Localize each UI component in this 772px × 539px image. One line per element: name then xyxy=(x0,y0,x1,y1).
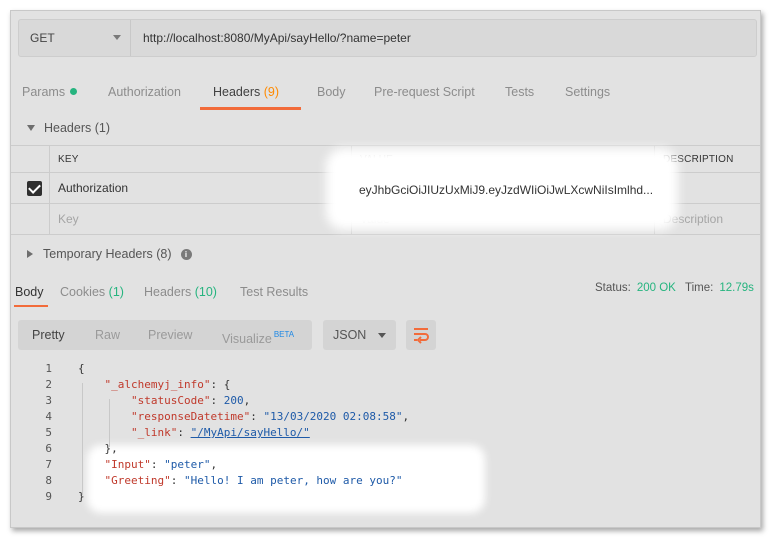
postman-window: GET http://localhost:8080/MyApi/sayHello… xyxy=(10,10,761,528)
tab-tests[interactable]: Tests xyxy=(505,85,534,99)
line-number: 1 xyxy=(45,362,52,375)
line-number: 9 xyxy=(45,490,52,503)
code-line: } xyxy=(78,490,85,503)
code-line: "_link": "/MyApi/sayHello/" xyxy=(130,426,310,439)
view-pretty-button[interactable]: Pretty xyxy=(32,320,65,350)
response-tab-body-label: Body xyxy=(15,285,44,299)
line-number: 2 xyxy=(45,378,52,391)
time-label: Time: xyxy=(685,282,714,294)
line-number: 8 xyxy=(45,474,52,487)
new-description-input[interactable]: Description xyxy=(654,204,760,234)
wrap-lines-icon xyxy=(414,328,429,344)
code-line: { xyxy=(78,362,85,375)
response-tab-cookies-count: (1) xyxy=(108,285,124,299)
caret-right-icon xyxy=(27,250,33,258)
row-checkbox-cell xyxy=(11,173,49,203)
view-preview-button[interactable]: Preview xyxy=(148,320,192,350)
tab-params[interactable]: Params xyxy=(22,85,78,99)
view-mode-bar: Pretty Raw Preview Visualize BETA xyxy=(18,320,312,350)
tab-body[interactable]: Body xyxy=(317,85,346,99)
code-line: }, xyxy=(78,442,118,455)
tab-tests-label: Tests xyxy=(505,85,535,99)
time-value: 12.79s xyxy=(719,282,754,294)
header-value-text: eyJhbGciOiJIUzUxMiJ9.eyJzdWIiOiJwLXcwNiI… xyxy=(359,183,654,197)
chevron-down-icon xyxy=(378,333,386,338)
request-url-bar: GET http://localhost:8080/MyApi/sayHello… xyxy=(18,19,757,57)
tab-settings[interactable]: Settings xyxy=(565,85,610,99)
checkbox-checked-icon[interactable] xyxy=(27,180,42,196)
code-line: "Input": "peter", xyxy=(104,458,218,471)
response-tab-headers[interactable]: Headers (10) xyxy=(144,285,217,299)
temporary-headers-count: (8) xyxy=(156,247,172,261)
line-number: 7 xyxy=(45,458,52,471)
temporary-headers-toggle[interactable]: Temporary Headers (8) i xyxy=(27,247,192,261)
format-select-value: JSON xyxy=(333,328,367,342)
headers-section-title: Headers xyxy=(44,121,92,135)
code-line: "statusCode": 200, xyxy=(130,394,251,407)
tab-pre-request-script[interactable]: Pre-request Script xyxy=(374,85,475,99)
column-key: KEY xyxy=(49,146,351,172)
method-label: GET xyxy=(30,31,55,45)
view-raw-button[interactable]: Raw xyxy=(95,320,120,350)
line-number: 3 xyxy=(45,394,52,407)
visualize-label: Visualize xyxy=(222,332,272,346)
status-label: Status: xyxy=(595,282,631,294)
active-tab-underline xyxy=(200,107,301,110)
headers-section-toggle[interactable]: Headers (1) xyxy=(27,121,110,135)
header-key-cell[interactable]: Authorization xyxy=(49,173,351,203)
status-value: 200 OK xyxy=(636,282,676,294)
view-visualize-button[interactable]: Visualize BETA xyxy=(222,320,294,350)
tab-body-label: Body xyxy=(317,85,346,99)
code-line: "responseDatetime": "13/03/2020 02:08:58… xyxy=(130,410,410,423)
wrap-lines-button[interactable] xyxy=(406,320,436,350)
tab-headers[interactable]: Headers (9) xyxy=(213,85,279,99)
line-number: 4 xyxy=(45,410,52,423)
new-key-input[interactable]: Key xyxy=(49,204,351,234)
line-number: 6 xyxy=(45,442,52,455)
tab-headers-label: Headers xyxy=(213,85,261,99)
tab-authorization[interactable]: Authorization xyxy=(108,85,181,99)
tab-pre-request-script-label: Pre-request Script xyxy=(374,85,475,99)
tab-headers-count: (9) xyxy=(263,85,280,99)
tab-settings-label: Settings xyxy=(565,85,611,99)
info-icon[interactable]: i xyxy=(180,248,192,260)
chevron-down-icon xyxy=(113,35,121,40)
header-checkbox-col xyxy=(11,146,49,172)
headers-section-count: (1) xyxy=(94,121,111,135)
empty-checkbox-cell xyxy=(11,204,49,234)
response-tab-cookies[interactable]: Cookies (1) xyxy=(60,285,124,299)
response-tab-body[interactable]: Body xyxy=(15,285,44,299)
method-select[interactable]: GET xyxy=(19,20,131,56)
response-tab-cookies-label: Cookies xyxy=(60,285,106,299)
params-indicator-dot xyxy=(70,88,78,95)
code-line: "_alchemyj_info": { xyxy=(104,378,231,391)
column-description: DESCRIPTION xyxy=(654,146,760,172)
beta-badge: BETA xyxy=(273,330,295,339)
url-input[interactable]: http://localhost:8080/MyApi/sayHello/?na… xyxy=(143,20,411,56)
response-tab-headers-count: (10) xyxy=(194,285,217,299)
response-tab-test-results[interactable]: Test Results xyxy=(240,285,308,299)
tab-params-label: Params xyxy=(22,85,66,99)
response-tab-underline xyxy=(14,305,48,307)
response-tab-headers-label: Headers xyxy=(144,285,192,299)
tab-authorization-label: Authorization xyxy=(108,85,181,99)
line-number: 5 xyxy=(45,426,52,439)
caret-down-icon xyxy=(27,125,35,131)
code-line: "Greeting": "Hello! I am peter, how are … xyxy=(104,474,403,487)
format-select[interactable]: JSON xyxy=(323,320,396,350)
time-readout: Time: 12.79s xyxy=(685,282,754,294)
response-tab-test-results-label: Test Results xyxy=(240,285,309,299)
status-readout: Status: 200 OK xyxy=(595,282,676,294)
header-description-cell[interactable] xyxy=(654,173,760,203)
temporary-headers-title: Temporary Headers xyxy=(43,247,153,261)
